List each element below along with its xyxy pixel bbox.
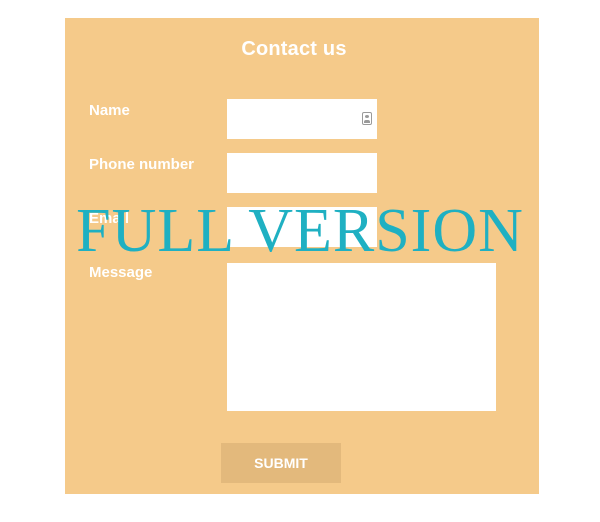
submit-button[interactable]: SUBMIT <box>221 443 341 483</box>
name-field[interactable] <box>227 99 377 139</box>
name-label: Name <box>89 102 130 119</box>
phone-field[interactable] <box>227 153 377 193</box>
form-title: Contact us <box>241 38 347 60</box>
phone-label: Phone number <box>89 156 195 173</box>
message-label: Message <box>89 264 153 281</box>
email-field[interactable] <box>227 207 377 247</box>
contact-form: Contact us Name Phone number Email Messa… <box>65 18 539 494</box>
message-field[interactable] <box>227 263 496 411</box>
email-label: Email <box>89 210 130 227</box>
